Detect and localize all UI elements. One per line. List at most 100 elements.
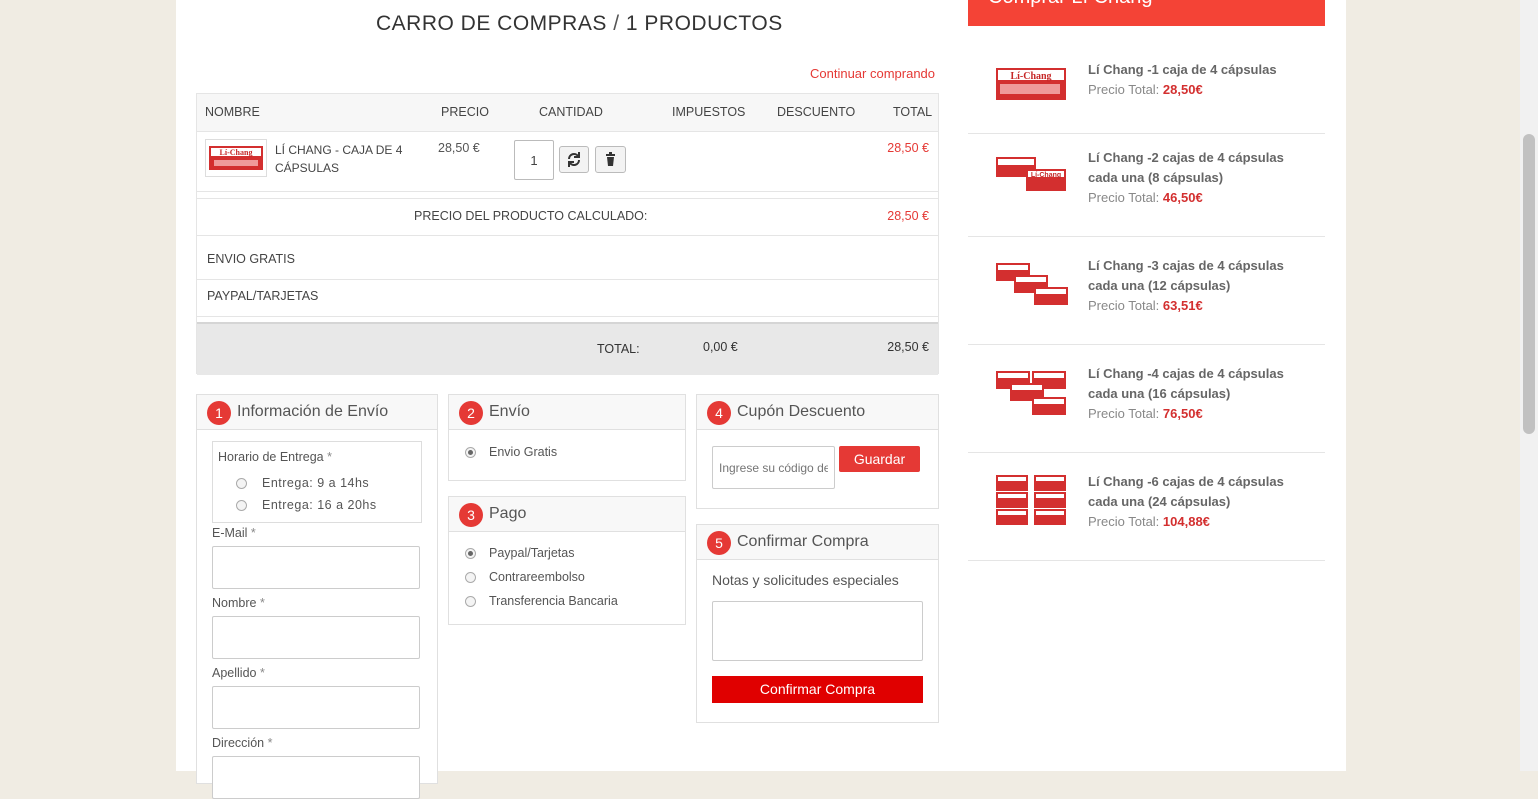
step-number: 3 bbox=[459, 503, 483, 527]
update-quantity-button[interactable] bbox=[559, 146, 589, 173]
calculated-value: 28,50 € bbox=[887, 209, 929, 223]
total-value: 28,50 € bbox=[887, 340, 929, 354]
total-tax: 0,00 € bbox=[703, 340, 738, 354]
step-number: 4 bbox=[707, 401, 731, 425]
sidebar-product-item[interactable]: Lí-Chang Lí Chang -1 caja de 4 cápsulas P… bbox=[968, 26, 1325, 134]
shipping-panel: 2 Envío Envio Gratis bbox=[448, 394, 686, 481]
address-label: Dirección * bbox=[212, 736, 273, 750]
refresh-icon bbox=[568, 152, 580, 167]
confirm-panel: 5 Confirmar Compra Notas y solicitudes e… bbox=[696, 524, 939, 723]
coupon-input[interactable] bbox=[712, 446, 835, 489]
col-name: NOMBRE bbox=[205, 105, 260, 119]
step-number: 2 bbox=[459, 401, 483, 425]
col-discount: DESCUENTO bbox=[777, 105, 856, 119]
product-total: 28,50 € bbox=[887, 141, 929, 155]
sidebar-product-item[interactable]: Lí Chang -6 cajas de 4 cápsulas cada una… bbox=[968, 453, 1325, 561]
panel-title: Envío bbox=[489, 403, 530, 420]
schedule-radio-afternoon[interactable] bbox=[236, 500, 247, 511]
shipping-option-free: Envio Gratis bbox=[489, 445, 558, 459]
cart-title: CARRO DE COMPRAS / 1 PRODUCTOS bbox=[376, 12, 783, 35]
shipping-method-row: ENVIO GRATIS bbox=[197, 242, 938, 280]
scrollbar[interactable] bbox=[1520, 0, 1538, 771]
svg-text:Lí-Chang: Lí-Chang bbox=[1010, 71, 1051, 82]
sidebar-heading: Comprar Lí Chang bbox=[988, 0, 1153, 9]
svg-text:Lí-Chang: Lí-Chang bbox=[220, 148, 253, 157]
step-number: 1 bbox=[207, 401, 231, 425]
step-number: 5 bbox=[707, 531, 731, 555]
payment-method-row: PAYPAL/TARJETAS bbox=[197, 279, 938, 317]
panel-header: 3 Pago bbox=[449, 497, 685, 532]
sidebar-product-item[interactable]: Lí Chang -3 cajas de 4 cápsulas cada una… bbox=[968, 237, 1325, 345]
address-field[interactable] bbox=[212, 756, 420, 799]
schedule-option-morning: Entrega: 9 a 14hs bbox=[262, 476, 370, 490]
total-row: TOTAL: 0,00 € 28,50 € bbox=[197, 322, 938, 375]
schedule-option-afternoon: Entrega: 16 a 20hs bbox=[262, 498, 377, 512]
cart-table: NOMBRE PRECIO CANTIDAD IMPUESTOS DESCUEN… bbox=[196, 93, 939, 375]
product-image[interactable]: Lí-Chang bbox=[994, 64, 1070, 106]
delivery-schedule-fieldset: Horario de Entrega * Entrega: 9 a 14hs E… bbox=[212, 441, 422, 523]
calculated-row: PRECIO DEL PRODUCTO CALCULADO: 28,50 € bbox=[197, 198, 938, 236]
delivery-schedule-label: Horario de Entrega * bbox=[218, 450, 332, 464]
email-field[interactable] bbox=[212, 546, 420, 589]
table-row: Lí-Chang LÍ CHANG - CAJA DE 4 CÁPSULAS 2… bbox=[197, 131, 938, 192]
col-total: TOTAL bbox=[893, 105, 933, 119]
sidebar-product-text[interactable]: Lí Chang -6 cajas de 4 cápsulas cada una… bbox=[1088, 472, 1298, 532]
sidebar-product-text[interactable]: Lí Chang -2 cajas de 4 cápsulas cada una… bbox=[1088, 148, 1298, 208]
payment-option-transfer: Transferencia Bancaria bbox=[489, 594, 618, 608]
coupon-panel: 4 Cupón Descuento Guardar bbox=[696, 394, 939, 509]
panel-title: Información de Envío bbox=[237, 403, 389, 420]
first-name-field[interactable] bbox=[212, 616, 420, 659]
continue-shopping-link[interactable]: Continuar comprando bbox=[810, 66, 935, 81]
sidebar-product-item[interactable]: Lí Chang -4 cajas de 4 cápsulas cada una… bbox=[968, 345, 1325, 453]
sidebar-product-item[interactable]: Lí-Chang Lí Chang -2 cajas de 4 cápsulas… bbox=[968, 129, 1325, 237]
payment-panel: 3 Pago Paypal/Tarjetas Contrareembolso T… bbox=[448, 496, 686, 625]
sidebar-product-text[interactable]: Lí Chang -1 caja de 4 cápsulas Precio Tot… bbox=[1088, 60, 1298, 100]
panel-header: 5 Confirmar Compra bbox=[697, 525, 938, 560]
product-price: 28,50 € bbox=[438, 141, 480, 155]
save-coupon-button[interactable]: Guardar bbox=[839, 446, 920, 472]
payment-radio-cod[interactable] bbox=[465, 572, 476, 583]
sidebar-product-text[interactable]: Lí Chang -4 cajas de 4 cápsulas cada una… bbox=[1088, 364, 1298, 424]
panel-title: Pago bbox=[489, 505, 527, 522]
sidebar-product-text[interactable]: Lí Chang -3 cajas de 4 cápsulas cada una… bbox=[1088, 256, 1298, 316]
product-thumbnail[interactable]: Lí-Chang bbox=[205, 139, 267, 177]
shipping-method-label: ENVIO GRATIS bbox=[207, 252, 295, 266]
confirm-purchase-button[interactable]: Confirmar Compra bbox=[712, 676, 923, 703]
shipping-radio-free[interactable] bbox=[465, 447, 476, 458]
col-quantity: CANTIDAD bbox=[539, 105, 603, 119]
product-image[interactable] bbox=[994, 261, 1070, 307]
panel-header: 1 Información de Envío bbox=[197, 395, 437, 430]
col-tax: IMPUESTOS bbox=[672, 105, 746, 119]
email-label: E-Mail * bbox=[212, 526, 256, 540]
scrollbar-thumb[interactable] bbox=[1523, 134, 1535, 434]
svg-text:Lí-Chang: Lí-Chang bbox=[1031, 172, 1061, 179]
notes-textarea[interactable] bbox=[712, 601, 923, 661]
schedule-radio-morning[interactable] bbox=[236, 478, 247, 489]
payment-radio-transfer[interactable] bbox=[465, 596, 476, 607]
payment-method-label: PAYPAL/TARJETAS bbox=[207, 289, 319, 303]
shipping-info-panel: 1 Información de Envío Horario de Entreg… bbox=[196, 394, 438, 799]
payment-option-cod: Contrareembolso bbox=[489, 570, 585, 584]
total-label: TOTAL: bbox=[597, 342, 640, 356]
calculated-label: PRECIO DEL PRODUCTO CALCULADO: bbox=[414, 209, 648, 223]
panel-header: 4 Cupón Descuento bbox=[697, 395, 938, 430]
sidebar-heading-bar: Comprar Lí Chang bbox=[968, 0, 1325, 26]
last-name-field[interactable] bbox=[212, 686, 420, 729]
payment-radio-paypal[interactable] bbox=[465, 548, 476, 559]
product-image[interactable]: Lí-Chang bbox=[994, 155, 1070, 195]
product-image[interactable] bbox=[994, 473, 1070, 527]
product-name[interactable]: LÍ CHANG - CAJA DE 4 CÁPSULAS bbox=[275, 141, 425, 177]
panel-title: Confirmar Compra bbox=[737, 533, 869, 550]
first-name-label: Nombre * bbox=[212, 596, 265, 610]
col-price: PRECIO bbox=[441, 105, 489, 119]
last-name-label: Apellido * bbox=[212, 666, 265, 680]
payment-option-paypal: Paypal/Tarjetas bbox=[489, 546, 575, 560]
panel-title: Cupón Descuento bbox=[737, 403, 866, 420]
notes-label: Notas y solicitudes especiales bbox=[712, 572, 899, 588]
delete-product-button[interactable] bbox=[595, 146, 626, 173]
table-header: NOMBRE PRECIO CANTIDAD IMPUESTOS DESCUEN… bbox=[197, 94, 938, 132]
product-image[interactable] bbox=[994, 369, 1070, 417]
quantity-input[interactable]: 1 bbox=[514, 140, 554, 180]
panel-header: 2 Envío bbox=[449, 395, 685, 430]
trash-icon bbox=[606, 152, 615, 166]
